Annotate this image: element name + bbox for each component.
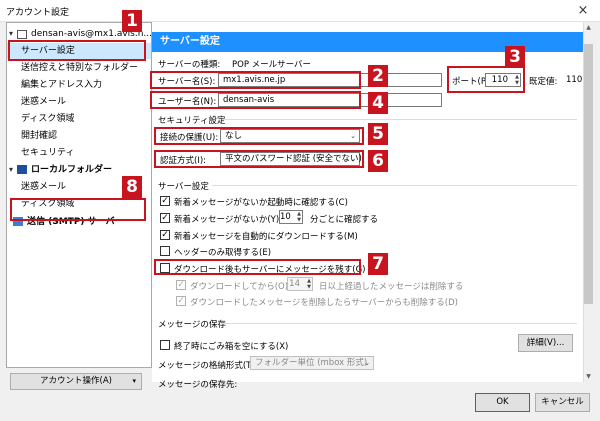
- delete-after-label: ダウンロードしてから(O): [190, 282, 289, 292]
- delete-on-server-checkbox[interactable]: ✓: [176, 296, 186, 306]
- leave-on-server-label: ダウンロード後もサーバーにメッセージを残す(G): [174, 265, 366, 275]
- empty-trash-checkbox[interactable]: [160, 340, 170, 350]
- advanced-button[interactable]: 詳細(V)...: [518, 334, 573, 352]
- check-every-checkbox[interactable]: ✓: [160, 213, 170, 223]
- leave-on-server-checkbox[interactable]: [160, 263, 170, 273]
- connection-security-label: 接続の保護(U):: [160, 133, 219, 143]
- server-name-label: サーバー名(S):: [158, 77, 216, 87]
- headers-only-label: ヘッダーのみ取得する(E): [174, 248, 272, 258]
- check-every-label: 新着メッセージがないか(Y): [174, 215, 280, 225]
- check-startup-label: 新着メッセージがないか起動時に確認する(C): [174, 198, 348, 208]
- account-actions-button[interactable]: アカウント操作(A) ▾: [10, 373, 142, 390]
- annotation-badge-4: 4: [368, 92, 388, 114]
- annotation-badge-7: 7: [368, 253, 388, 275]
- server-name-field[interactable]: mx1.avis.ne.jp: [218, 73, 442, 87]
- tree-item-label: ディスク領域: [21, 199, 75, 209]
- collapse-icon[interactable]: ▾: [9, 162, 13, 178]
- server-settings-group-label: サーバー設定: [158, 182, 209, 192]
- tree-item-label: セキュリティ: [21, 148, 75, 158]
- chevron-down-icon: ⌄: [364, 359, 370, 367]
- spin-down-icon[interactable]: ▼: [307, 284, 311, 290]
- tree-item-junk[interactable]: 迷惑メール: [7, 94, 151, 110]
- auth-method-label: 認証方式(I):: [160, 156, 207, 166]
- tree-item-label: 迷惑メール: [21, 182, 67, 192]
- auth-method-value: 平文のパスワード認証 (安全でない): [225, 154, 362, 164]
- delete-after-suffix: 日以上経過したメッセージは削除する: [319, 282, 464, 292]
- tree-item-label: 編集とアドレス入力: [21, 80, 103, 90]
- user-name-field[interactable]: densan-avis: [218, 93, 442, 107]
- tree-item-local-disk-space[interactable]: ディスク領域: [7, 196, 151, 212]
- store-format-label: メッセージの格納形式(T):: [158, 361, 258, 371]
- store-format-value: フォルダー単位 (mbox 形式): [255, 358, 368, 368]
- check-interval-field[interactable]: 10 ▲ ▼: [279, 210, 303, 224]
- port-value: 110: [491, 75, 508, 85]
- delete-after-checkbox[interactable]: ✓: [176, 280, 186, 290]
- store-format-select[interactable]: フォルダー単位 (mbox 形式) ⌄: [250, 356, 374, 370]
- connection-security-select[interactable]: なし ⌄: [220, 129, 360, 143]
- check-interval-value: 10: [280, 212, 291, 222]
- account-actions-label: アカウント操作(A): [40, 376, 112, 386]
- storage-group-label: メッセージの保存: [158, 320, 226, 330]
- cancel-button[interactable]: キャンセル: [535, 393, 590, 412]
- port-field[interactable]: 110 ▲ ▼: [485, 73, 521, 87]
- computer-icon: [17, 165, 27, 174]
- tree-item-disk-space[interactable]: ディスク領域: [7, 111, 151, 127]
- collapse-icon[interactable]: ▾: [9, 26, 13, 42]
- tree-item-return-receipts[interactable]: 開封確認: [7, 128, 151, 144]
- group-divider: [222, 323, 577, 324]
- default-port-value: 110: [566, 75, 583, 85]
- tree-item-label: 送信控えと特別なフォルダー: [21, 63, 139, 73]
- spin-down-icon[interactable]: ▼: [515, 80, 519, 86]
- group-divider: [222, 119, 577, 120]
- close-icon[interactable]: ×: [572, 1, 594, 21]
- scroll-down-icon[interactable]: ▼: [583, 371, 594, 382]
- delete-on-server-label: ダウンロードしたメッセージを削除したらサーバーからも削除する(D): [190, 298, 458, 308]
- spin-down-icon[interactable]: ▼: [297, 217, 301, 223]
- check-startup-checkbox[interactable]: ✓: [160, 196, 170, 206]
- auto-download-checkbox[interactable]: ✓: [160, 230, 170, 240]
- smtp-server-icon: [13, 217, 23, 226]
- annotation-badge-1: 1: [122, 10, 142, 32]
- tree-item-security[interactable]: セキュリティ: [7, 145, 151, 161]
- local-directory-label: メッセージの保存先:: [158, 380, 238, 390]
- tree-item-label: 迷惑メール: [21, 97, 67, 107]
- ok-button[interactable]: OK: [475, 393, 530, 412]
- tree-item-server-settings[interactable]: サーバー設定: [7, 43, 151, 59]
- tree-item-label: 送信 (SMTP) サーバー: [27, 217, 124, 227]
- title-bar: [0, 0, 600, 22]
- scroll-up-icon[interactable]: ▲: [583, 22, 594, 33]
- tree-item-label: サーバー設定: [21, 46, 75, 56]
- window-title: アカウント設定: [6, 8, 70, 18]
- security-group-label: セキュリティ設定: [158, 116, 226, 126]
- tree-item-copies-folders[interactable]: 送信控えと特別なフォルダー: [7, 60, 151, 76]
- server-type-label: サーバーの種類:: [158, 60, 221, 70]
- annotation-badge-6: 6: [368, 150, 388, 172]
- default-port-label: 既定値:: [529, 77, 558, 87]
- auto-download-label: 新着メッセージを自動的にダウンロードする(M): [174, 232, 358, 242]
- annotation-badge-5: 5: [368, 123, 388, 145]
- auth-method-select[interactable]: 平文のパスワード認証 (安全でない) ⌄: [220, 152, 362, 166]
- tree-item-label: ローカルフォルダー: [31, 165, 113, 175]
- annotation-badge-8: 8: [122, 176, 142, 198]
- annotation-badge-2: 2: [368, 65, 388, 87]
- delete-after-days-field[interactable]: 14 ▲ ▼: [287, 277, 313, 291]
- connection-security-value: なし: [225, 131, 243, 141]
- group-divider: [212, 185, 577, 186]
- chevron-down-icon: ⌄: [350, 132, 356, 140]
- tree-item-smtp-server[interactable]: 送信 (SMTP) サーバー: [7, 214, 151, 230]
- annotation-badge-3: 3: [505, 46, 525, 68]
- check-every-suffix: 分ごとに確認する: [310, 215, 379, 225]
- empty-trash-label: 終了時にごみ箱を空にする(X): [174, 342, 289, 352]
- tree-item-composition[interactable]: 編集とアドレス入力: [7, 77, 151, 93]
- headers-only-checkbox[interactable]: [160, 246, 170, 256]
- server-type-value: POP メールサーバー: [232, 60, 312, 70]
- user-name-label: ユーザー名(N):: [158, 97, 217, 107]
- mail-account-icon: [17, 30, 27, 39]
- delete-after-days-value: 14: [289, 279, 300, 289]
- chevron-down-icon: ⌄: [350, 155, 356, 163]
- tree-item-label: ディスク領域: [21, 114, 75, 124]
- tree-item-label: 開封確認: [21, 131, 58, 141]
- dropdown-arrow-icon: ▾: [132, 377, 136, 385]
- scrollbar-thumb[interactable]: [584, 44, 593, 304]
